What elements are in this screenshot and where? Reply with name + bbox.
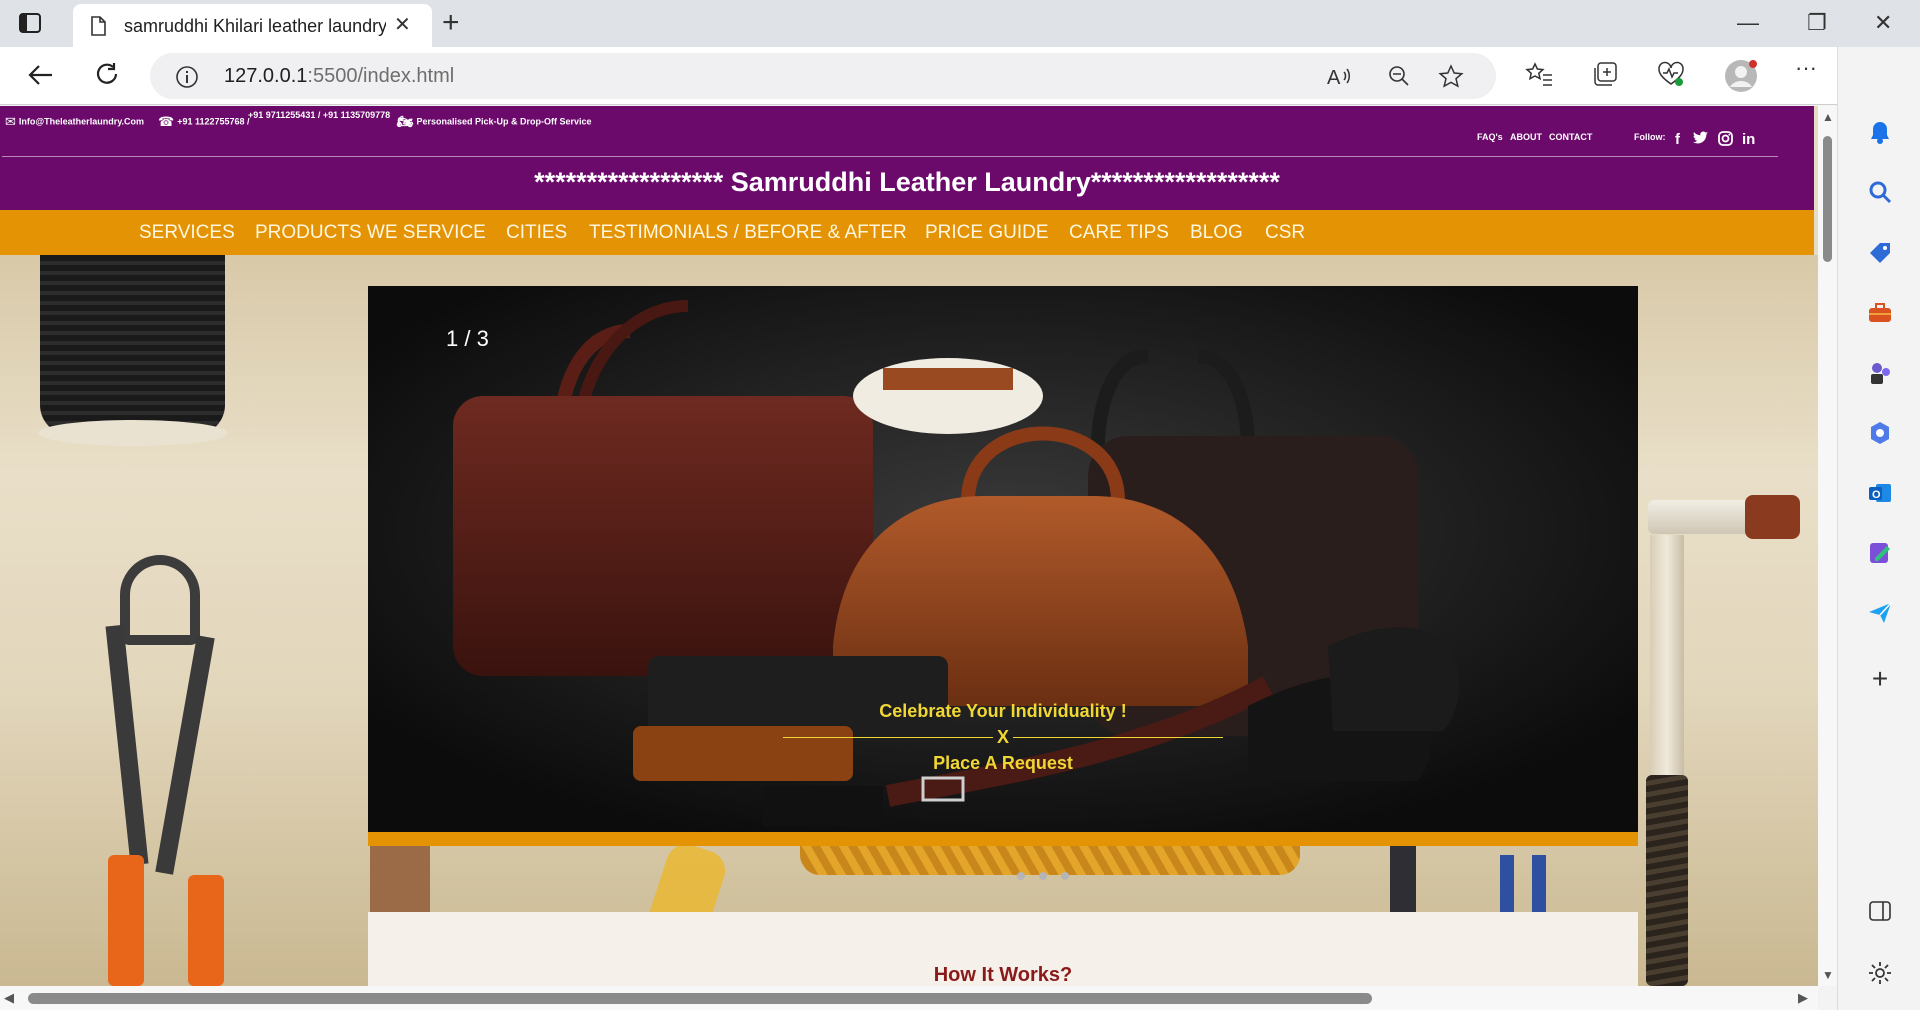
site-brand-title[interactable]: ****************** Samruddhi Leather Lau… (0, 167, 1814, 198)
phone-contact[interactable]: ☎ +91 1122755768 / (158, 114, 250, 130)
how-it-works-title: How It Works? (933, 964, 1073, 986)
place-request-link[interactable]: Place A Request (368, 750, 1638, 776)
top-link-contact[interactable]: CONTACT (1549, 132, 1592, 142)
tab-title: samruddhi Khilari leather laundry (124, 16, 386, 36)
main-menu: SERVICES PRODUCTS WE SERVICE CITIES TEST… (0, 210, 1814, 255)
favorites-icon[interactable] (1525, 61, 1553, 92)
top-link-faq[interactable]: FAQ's (1477, 132, 1503, 142)
shopping-tag-icon[interactable] (1865, 240, 1895, 270)
pliers-arm (155, 635, 215, 875)
web-page: ✉ Info@Theleatherlaundry.Com ☎ +91 1122755… (0, 106, 1818, 986)
pliers-handle (188, 875, 224, 986)
tab-strip: samruddhi Khilari leather laundry ✕ + — … (0, 0, 1920, 47)
menu-price-guide[interactable]: PRICE GUIDE (925, 222, 1049, 244)
svg-text:A: A (1327, 67, 1341, 88)
menu-testimonials[interactable]: TESTIMONIALS / BEFORE & AFTER (589, 222, 907, 244)
linkedin-icon[interactable]: in (1742, 131, 1755, 148)
browser-essentials-icon[interactable] (1657, 61, 1685, 92)
hammer-cap (1745, 495, 1800, 539)
back-icon[interactable] (26, 60, 58, 92)
horizontal-scrollbar[interactable]: ◀ ▶ (0, 986, 1818, 1010)
browser-tab-active[interactable]: samruddhi Khilari leather laundry ✕ (73, 4, 432, 47)
collections-icon[interactable] (1592, 61, 1620, 92)
edge-sidebar: O + (1837, 47, 1920, 1010)
new-tab-button[interactable]: + (442, 8, 460, 38)
phone-icon: ☎ (158, 114, 175, 129)
slide-counter: 1 / 3 (446, 326, 489, 351)
address-bar[interactable]: 127.0.0.1:5500/index.html A (150, 53, 1496, 99)
pickup-service[interactable]: 🏍 Personalised Pick-Up & Drop-Off Service (397, 114, 592, 130)
thread-spool (40, 255, 225, 435)
svg-text:O: O (1872, 489, 1881, 501)
outlook-icon[interactable]: O (1865, 480, 1895, 510)
zoom-out-icon[interactable] (1387, 64, 1411, 93)
top-link-about[interactable]: ABOUT (1510, 132, 1542, 142)
spool-rim (38, 420, 228, 446)
designer-icon[interactable] (1865, 540, 1895, 570)
favorite-star-icon[interactable] (1438, 64, 1464, 93)
scroll-down-icon[interactable]: ▼ (1822, 968, 1834, 982)
url-text: 127.0.0.1:5500/index.html (224, 65, 455, 87)
phone-contact-2[interactable]: +91 9711255431 / +91 1135709778 (248, 110, 390, 120)
menu-services[interactable]: SERVICES (139, 222, 235, 244)
twitter-icon[interactable] (1693, 131, 1709, 149)
header-divider (2, 156, 1778, 157)
facebook-icon[interactable]: f (1675, 131, 1680, 148)
page-icon (90, 16, 106, 41)
slide-dots (1017, 867, 1083, 885)
send-icon[interactable] (1865, 600, 1895, 630)
hammer-grip (1646, 775, 1688, 986)
slide-dot-1[interactable] (1017, 872, 1025, 880)
follow-label: Follow: (1634, 132, 1666, 142)
horizontal-scroll-thumb[interactable] (28, 993, 1372, 1004)
close-tab-icon[interactable]: ✕ (394, 15, 411, 35)
minimize-icon[interactable]: — (1737, 8, 1759, 38)
motorbike-icon: 🏍 (397, 114, 414, 129)
instagram-icon[interactable] (1718, 131, 1733, 150)
scroll-left-icon[interactable]: ◀ (4, 990, 14, 1006)
window-close-icon[interactable]: ✕ (1874, 8, 1892, 38)
more-menu-icon[interactable]: ··· (1795, 55, 1817, 81)
pliers-handle (108, 855, 144, 986)
menu-csr[interactable]: CSR (1265, 222, 1305, 244)
menu-products[interactable]: PRODUCTS WE SERVICE (255, 222, 486, 244)
pliers-arm (105, 624, 149, 866)
how-it-works-section: How It Works? (368, 912, 1638, 986)
vertical-scrollbar[interactable]: ▲ ▼ (1818, 106, 1837, 986)
search-icon[interactable] (1865, 179, 1895, 209)
microsoft-365-icon[interactable] (1865, 420, 1895, 450)
hero-slideshow[interactable]: 1 / 3 Celebrate Your Individuality ! X P… (368, 286, 1638, 832)
slide-dot-3[interactable] (1061, 872, 1069, 880)
scroll-up-icon[interactable]: ▲ (1822, 110, 1834, 124)
tools-briefcase-icon[interactable] (1865, 300, 1895, 330)
caption-line-1: Celebrate Your Individuality ! (879, 701, 1127, 721)
restore-icon[interactable]: ❐ (1807, 8, 1827, 38)
site-info-icon[interactable] (175, 65, 199, 94)
bell-icon[interactable] (1865, 119, 1895, 149)
menu-blog[interactable]: BLOG (1190, 222, 1243, 244)
games-icon[interactable] (1865, 360, 1895, 390)
settings-gear-icon[interactable] (1865, 960, 1895, 990)
sidebar-panel-icon[interactable] (1865, 900, 1895, 930)
reload-icon[interactable] (92, 60, 124, 92)
add-sidebar-app-icon[interactable]: + (1865, 664, 1895, 694)
slide-dot-2[interactable] (1039, 872, 1047, 880)
pliers-head (120, 555, 200, 645)
menu-cities[interactable]: CITIES (506, 222, 567, 244)
read-aloud-icon[interactable]: A (1327, 64, 1353, 93)
slideshow-underline (368, 832, 1638, 846)
profile-avatar[interactable] (1723, 58, 1759, 99)
address-toolbar: 127.0.0.1:5500/index.html A ··· (0, 47, 1920, 105)
site-header: ✉ Info@Theleatherlaundry.Com ☎ +91 1122755… (0, 106, 1814, 210)
slide-caption[interactable]: Celebrate Your Individuality ! X Place A… (368, 698, 1638, 776)
vertical-scroll-thumb[interactable] (1823, 136, 1832, 262)
tab-actions-icon[interactable] (18, 12, 54, 36)
email-contact[interactable]: ✉ Info@Theleatherlaundry.Com (5, 114, 144, 130)
scroll-right-icon[interactable]: ▶ (1798, 990, 1808, 1006)
menu-care-tips[interactable]: CARE TIPS (1069, 222, 1169, 244)
envelope-icon: ✉ (5, 114, 16, 129)
caption-middle: X (368, 724, 1638, 750)
